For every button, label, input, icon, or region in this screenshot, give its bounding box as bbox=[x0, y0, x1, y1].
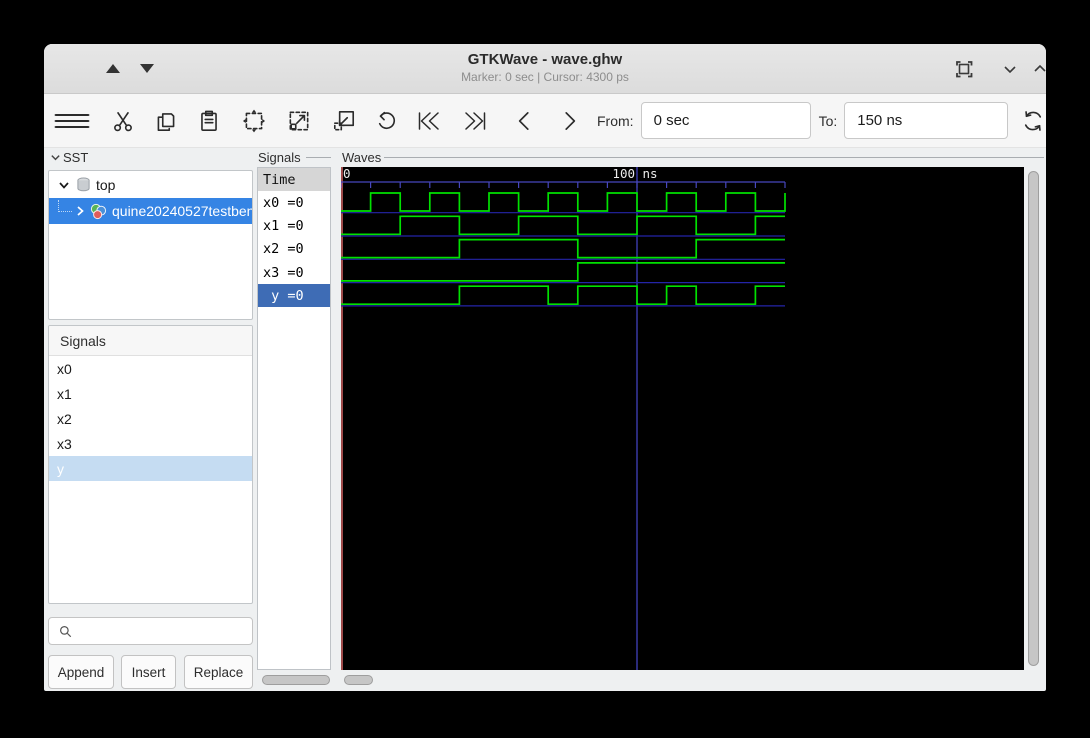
waves-vertical-scrollbar[interactable] bbox=[1026, 167, 1044, 670]
undo-icon[interactable] bbox=[373, 108, 399, 134]
signal-search bbox=[48, 617, 253, 645]
sst-label: SST bbox=[63, 150, 89, 165]
copy-icon[interactable] bbox=[153, 108, 179, 134]
svg-text:100 ns: 100 ns bbox=[612, 167, 657, 181]
time-header[interactable]: Time bbox=[258, 168, 330, 191]
go-to-end-icon[interactable] bbox=[459, 108, 489, 134]
sst-expander[interactable]: SST bbox=[50, 150, 88, 165]
tree-item-label: quine20240527testbench bbox=[112, 203, 252, 219]
sst-chevron-icon bbox=[51, 155, 60, 161]
reload-icon[interactable] bbox=[1020, 108, 1046, 134]
wave-row-label-y[interactable]: y =0 bbox=[258, 284, 330, 308]
signals-frame-label: Signals bbox=[258, 150, 301, 165]
cut-icon[interactable] bbox=[110, 108, 136, 134]
marker-cursor-status: Marker: 0 sec | Cursor: 4300 ps bbox=[461, 70, 629, 84]
signals-frame-line bbox=[306, 157, 331, 158]
step-right-icon[interactable] bbox=[557, 108, 583, 134]
database-icon bbox=[76, 177, 91, 192]
step-left-icon[interactable] bbox=[511, 108, 537, 134]
scrollbar-thumb[interactable] bbox=[344, 675, 373, 685]
wave-canvas[interactable]: 0 100 ns bbox=[340, 166, 1024, 670]
to-input[interactable] bbox=[844, 102, 1009, 139]
signal-list-header: Signals bbox=[49, 326, 252, 356]
sst-tree: top quine20240527testbench bbox=[48, 170, 253, 320]
expander-right-icon[interactable] bbox=[73, 204, 87, 218]
tree-branch-line bbox=[58, 200, 72, 212]
scrollbar-thumb[interactable] bbox=[1028, 171, 1039, 666]
replace-button[interactable]: Replace bbox=[184, 655, 253, 689]
waves-frame-label: Waves bbox=[342, 150, 382, 165]
fit-window-icon[interactable] bbox=[952, 57, 976, 81]
signal-names-column: Time x0 =0 x1 =0 x2 =0 x3 =0 y =0 bbox=[257, 167, 331, 670]
tree-item-testbench[interactable]: quine20240527testbench bbox=[49, 198, 252, 224]
paste-icon[interactable] bbox=[196, 108, 222, 134]
module-icon bbox=[89, 202, 107, 220]
list-item-y[interactable]: y bbox=[49, 456, 252, 481]
wave-row-label-x2[interactable]: x2 =0 bbox=[258, 238, 330, 261]
from-label: From: bbox=[597, 112, 634, 129]
wave-row-label-x3[interactable]: x3 =0 bbox=[258, 261, 330, 284]
wave-row-label-x1[interactable]: x1 =0 bbox=[258, 214, 330, 237]
wave-row-label-x0[interactable]: x0 =0 bbox=[258, 191, 330, 214]
titlebar: GTKWave - wave.ghw Marker: 0 sec | Curso… bbox=[44, 44, 1046, 94]
append-button[interactable]: Append bbox=[48, 655, 114, 689]
tree-item-top[interactable]: top bbox=[49, 171, 252, 198]
zoom-out-icon[interactable] bbox=[331, 108, 357, 134]
from-input[interactable] bbox=[640, 102, 811, 139]
zoom-fit-icon[interactable] bbox=[241, 108, 267, 134]
gtkwave-window: GTKWave - wave.ghw Marker: 0 sec | Curso… bbox=[44, 44, 1046, 691]
waves-horizontal-scrollbar[interactable] bbox=[341, 672, 1046, 688]
svg-text:0: 0 bbox=[343, 167, 351, 181]
signal-list-panel: Signals x0 x1 x2 x3 y bbox=[48, 325, 253, 604]
toolbar: From: To: bbox=[44, 94, 1046, 148]
to-label: To: bbox=[818, 112, 838, 129]
go-to-start-icon[interactable] bbox=[415, 108, 445, 134]
tree-item-label: top bbox=[96, 176, 116, 193]
expander-down-icon[interactable] bbox=[57, 178, 71, 192]
search-icon bbox=[60, 625, 72, 637]
list-item-x2[interactable]: x2 bbox=[49, 406, 252, 431]
zoom-in-icon[interactable] bbox=[286, 108, 312, 134]
search-input[interactable] bbox=[73, 618, 252, 644]
list-item-x0[interactable]: x0 bbox=[49, 356, 252, 381]
chevron-down-icon[interactable] bbox=[998, 57, 1022, 81]
list-item-x3[interactable]: x3 bbox=[49, 431, 252, 456]
chevron-up-icon[interactable] bbox=[1028, 57, 1046, 81]
scrollbar-thumb[interactable] bbox=[262, 675, 330, 685]
insert-button[interactable]: Insert bbox=[121, 655, 176, 689]
window-title: GTKWave - wave.ghw bbox=[467, 51, 623, 68]
waveform-plot: 0 100 ns bbox=[340, 166, 786, 670]
waves-frame-line bbox=[384, 157, 1044, 158]
names-horizontal-scrollbar[interactable] bbox=[257, 672, 333, 688]
list-item-x1[interactable]: x1 bbox=[49, 381, 252, 406]
menu-icon[interactable] bbox=[53, 108, 91, 134]
